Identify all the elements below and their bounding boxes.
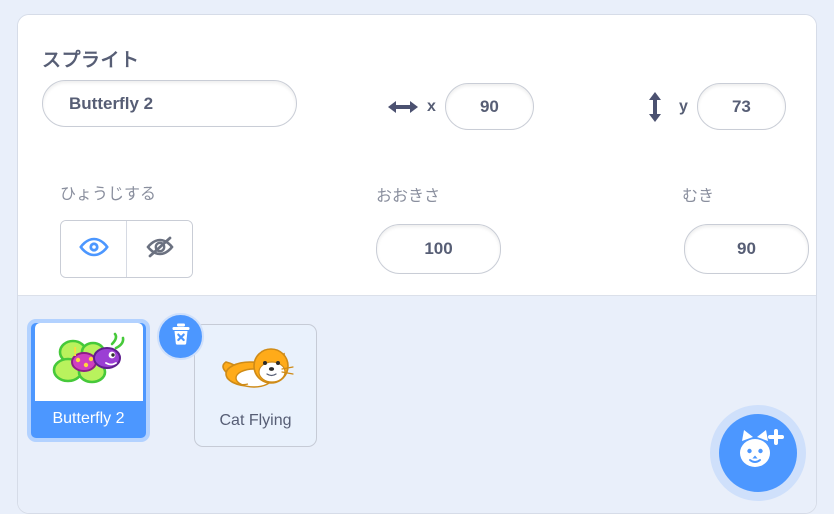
direction-value-input[interactable]	[684, 224, 809, 274]
size-value-input[interactable]	[376, 224, 501, 274]
sprite-properties-section: スプライト x	[18, 15, 816, 296]
svg-text:!: !	[73, 344, 77, 359]
page-title: スプライト	[42, 50, 140, 71]
y-value-input[interactable]	[696, 83, 786, 130]
eye-slash-icon	[145, 236, 175, 263]
show-sprite-button[interactable]	[61, 221, 126, 277]
sprite-info-panel: スプライト x	[17, 14, 817, 514]
trash-delete-icon	[168, 321, 194, 352]
butterfly-thumb: !	[34, 323, 143, 401]
x-label: x	[427, 97, 436, 115]
y-label: y	[679, 97, 688, 115]
sprite-name-label: Cat Flying	[219, 412, 292, 429]
x-value-input[interactable]	[444, 83, 534, 130]
arrows-vertical-icon	[638, 90, 672, 124]
eye-icon	[78, 237, 109, 262]
cat-thumb	[201, 329, 311, 403]
delete-sprite-button[interactable]	[157, 313, 204, 360]
arrows-horizontal-icon	[386, 90, 420, 124]
sprite-name-label: Butterfly 2	[52, 410, 125, 427]
sprite-tile-cat-flying[interactable]: Cat Flying	[194, 324, 317, 447]
show-label: ひょうじする	[60, 186, 157, 203]
cat-plus-icon	[732, 427, 784, 480]
sprite-name-input[interactable]	[42, 80, 297, 127]
y-coordinate-group: y	[638, 83, 786, 130]
sprite-list: ! Butterfly 2 Cat Flying	[18, 296, 816, 513]
add-sprite-button[interactable]	[710, 405, 806, 501]
sprite-tile-butterfly-2[interactable]: ! Butterfly 2	[27, 319, 150, 442]
size-field-wrapper	[376, 224, 501, 274]
direction-field-wrapper	[684, 224, 809, 274]
x-coordinate-group: x	[386, 83, 534, 130]
visibility-toggle-group	[60, 220, 193, 278]
hide-sprite-button[interactable]	[126, 221, 192, 277]
direction-label: むき	[682, 188, 715, 205]
size-label: おおきさ	[376, 188, 441, 205]
